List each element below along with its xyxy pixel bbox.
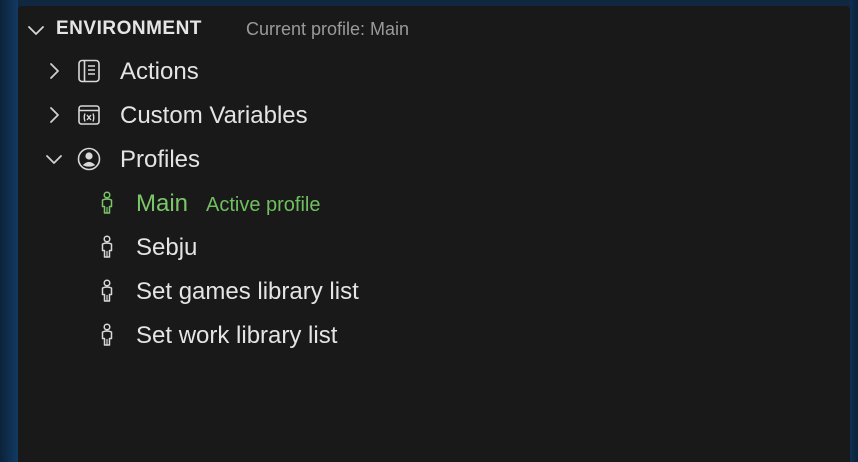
profile-label: Set work library list bbox=[136, 322, 338, 349]
profile-item-sebju[interactable]: Sebju bbox=[18, 227, 850, 267]
tree-item-custom-variables[interactable]: Custom Variables bbox=[18, 95, 850, 135]
profile-label: Set games library list bbox=[136, 278, 359, 305]
profile-item-set-games-library-list[interactable]: Set games library list bbox=[18, 271, 850, 311]
profile-label: Main bbox=[136, 190, 189, 217]
person-icon bbox=[94, 322, 120, 348]
chevron-right-icon[interactable] bbox=[44, 105, 64, 125]
profile-label: Sebju bbox=[136, 234, 198, 261]
desktop-background-right bbox=[850, 0, 858, 462]
active-profile-badge: Active profile bbox=[206, 194, 321, 216]
book-icon bbox=[76, 58, 102, 84]
desktop-background-left bbox=[0, 0, 18, 462]
environment-panel: ENVIRONMENT Current profile: Main Action… bbox=[18, 6, 850, 462]
section-description: Current profile: Main bbox=[246, 19, 410, 39]
tree-item-label: Profiles bbox=[120, 146, 201, 173]
section-title: ENVIRONMENT bbox=[56, 18, 202, 39]
profile-item-main[interactable]: Main Active profile bbox=[18, 183, 850, 223]
profile-item-set-work-library-list[interactable]: Set work library list bbox=[18, 315, 850, 355]
chevron-down-icon[interactable] bbox=[44, 149, 64, 169]
person-icon bbox=[94, 190, 120, 216]
variable-icon bbox=[76, 102, 102, 128]
tree-item-label: Custom Variables bbox=[120, 102, 308, 129]
person-icon bbox=[94, 234, 120, 260]
person-icon bbox=[94, 278, 120, 304]
tree-item-actions[interactable]: Actions bbox=[18, 51, 850, 91]
tree-item-label: Actions bbox=[120, 58, 199, 85]
chevron-right-icon[interactable] bbox=[44, 61, 64, 81]
account-circle-icon bbox=[76, 146, 102, 172]
tree-item-profiles[interactable]: Profiles bbox=[18, 139, 850, 179]
chevron-down-icon bbox=[26, 20, 46, 40]
